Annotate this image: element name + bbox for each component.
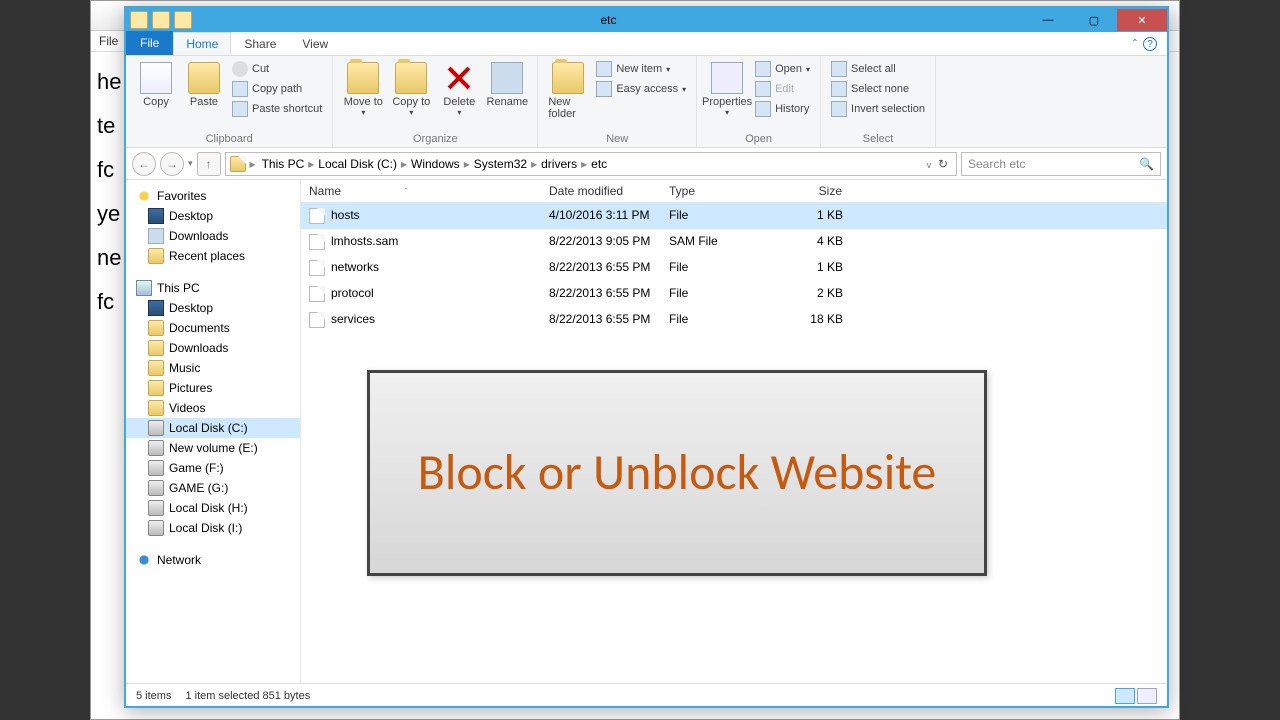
- tab-home[interactable]: Home: [173, 32, 231, 55]
- breadcrumb-seg[interactable]: etc: [587, 157, 611, 171]
- nav-pc-item[interactable]: Game (F:): [126, 458, 300, 478]
- address-bar-row: ← → ▾ ↑ ▸ This PC▸Local Disk (C:)▸Window…: [126, 148, 1167, 180]
- nav-pc-item[interactable]: Local Disk (H:): [126, 498, 300, 518]
- nav-pc-item[interactable]: Documents: [126, 318, 300, 338]
- help-icon[interactable]: ?: [1143, 37, 1157, 51]
- nav-fav-item[interactable]: Recent places: [126, 246, 300, 266]
- item-count: 5 items: [136, 690, 171, 702]
- quick-access-toolbar: [126, 11, 192, 29]
- nav-fav-item[interactable]: Desktop: [126, 206, 300, 226]
- breadcrumb-seg[interactable]: System32: [470, 157, 531, 171]
- search-input[interactable]: Search etc 🔍: [961, 152, 1161, 176]
- recent-locations-icon[interactable]: ▾: [188, 158, 193, 169]
- col-type[interactable]: Type: [661, 180, 771, 202]
- new-folder-button[interactable]: New folder: [546, 60, 590, 122]
- address-dropdown-icon[interactable]: v: [927, 160, 932, 170]
- file-row[interactable]: lmhosts.sam 8/22/2013 9:05 PM SAM File 4…: [301, 229, 1167, 255]
- minimize-button[interactable]: —: [1025, 9, 1071, 31]
- nav-pc-item[interactable]: Local Disk (I:): [126, 518, 300, 538]
- nav-pc-item[interactable]: Music: [126, 358, 300, 378]
- group-open-label: Open: [705, 133, 812, 145]
- nav-network[interactable]: Network: [126, 550, 300, 570]
- folder-icon: [230, 156, 246, 172]
- ribbon: Copy Paste Cut Copy path Paste shortcut …: [126, 56, 1167, 148]
- copy-to-button[interactable]: Copy to▾: [389, 60, 433, 119]
- overlay-caption: Block or Unblock Website: [367, 370, 987, 576]
- copy-path-button[interactable]: Copy path: [230, 80, 324, 98]
- icons-view-button[interactable]: [1137, 688, 1157, 704]
- nav-pc-item[interactable]: Pictures: [126, 378, 300, 398]
- rename-button[interactable]: Rename: [485, 60, 529, 110]
- col-size[interactable]: Size: [771, 180, 851, 202]
- delete-button[interactable]: Delete▾: [437, 60, 481, 119]
- status-bar: 5 items 1 item selected 851 bytes: [126, 683, 1167, 707]
- window-title: etc: [192, 13, 1025, 27]
- file-tab[interactable]: File: [126, 31, 173, 55]
- selection-info: 1 item selected 851 bytes: [185, 690, 310, 702]
- col-name[interactable]: Name ˆ: [301, 180, 541, 202]
- group-new-label: New: [546, 133, 688, 145]
- breadcrumb-seg[interactable]: Windows: [407, 157, 464, 171]
- col-date[interactable]: Date modified: [541, 180, 661, 202]
- file-row[interactable]: networks 8/22/2013 6:55 PM File 1 KB: [301, 255, 1167, 281]
- file-explorer-window: etc — ▢ ✕ File Home Share View ˆ ? Copy …: [124, 6, 1169, 708]
- close-button[interactable]: ✕: [1117, 9, 1167, 31]
- qat-properties-icon[interactable]: [152, 11, 170, 29]
- tab-view[interactable]: View: [289, 32, 341, 55]
- forward-button[interactable]: →: [160, 152, 184, 176]
- file-row[interactable]: services 8/22/2013 6:55 PM File 18 KB: [301, 307, 1167, 333]
- file-icon: [309, 234, 325, 250]
- ribbon-tabs: File Home Share View ˆ ?: [126, 32, 1167, 56]
- open-button[interactable]: Open ▾: [753, 60, 812, 78]
- group-organize-label: Organize: [341, 133, 529, 145]
- titlebar[interactable]: etc — ▢ ✕: [126, 8, 1167, 32]
- explorer-icon: [130, 11, 148, 29]
- ribbon-collapse-icon[interactable]: ˆ: [1133, 37, 1137, 51]
- up-button[interactable]: ↑: [197, 152, 221, 176]
- address-bar[interactable]: ▸ This PC▸Local Disk (C:)▸Windows▸System…: [225, 152, 957, 176]
- paste-button[interactable]: Paste: [182, 60, 226, 110]
- tab-share[interactable]: Share: [231, 32, 289, 55]
- invert-selection-button[interactable]: Invert selection: [829, 100, 927, 118]
- copy-button[interactable]: Copy: [134, 60, 178, 110]
- edit-button[interactable]: Edit: [753, 80, 812, 98]
- file-icon: [309, 312, 325, 328]
- properties-button[interactable]: Properties▾: [705, 60, 749, 119]
- nav-pc-item[interactable]: New volume (E:): [126, 438, 300, 458]
- breadcrumb-seg[interactable]: drivers: [537, 157, 581, 171]
- nav-pc-item[interactable]: Local Disk (C:): [126, 418, 300, 438]
- nav-pc-item[interactable]: Downloads: [126, 338, 300, 358]
- nav-fav-item[interactable]: Downloads: [126, 226, 300, 246]
- refresh-button[interactable]: ↻: [938, 157, 948, 171]
- file-row[interactable]: hosts 4/10/2016 3:11 PM File 1 KB: [301, 203, 1167, 229]
- search-icon: 🔍: [1139, 157, 1154, 171]
- file-row[interactable]: protocol 8/22/2013 6:55 PM File 2 KB: [301, 281, 1167, 307]
- qat-newfolder-icon[interactable]: [174, 11, 192, 29]
- move-to-button[interactable]: Move to▾: [341, 60, 385, 119]
- column-headers[interactable]: Name ˆ Date modified Type Size: [301, 180, 1167, 203]
- file-icon: [309, 208, 325, 224]
- easy-access-button[interactable]: Easy access ▾: [594, 80, 688, 98]
- history-button[interactable]: History: [753, 100, 812, 118]
- file-icon: [309, 260, 325, 276]
- details-view-button[interactable]: [1115, 688, 1135, 704]
- cut-button[interactable]: Cut: [230, 60, 324, 78]
- maximize-button[interactable]: ▢: [1071, 9, 1117, 31]
- group-clipboard-label: Clipboard: [134, 133, 324, 145]
- nav-pc-item[interactable]: GAME (G:): [126, 478, 300, 498]
- back-button[interactable]: ←: [132, 152, 156, 176]
- breadcrumb-seg[interactable]: Local Disk (C:): [314, 157, 401, 171]
- select-none-button[interactable]: Select none: [829, 80, 927, 98]
- paste-shortcut-button[interactable]: Paste shortcut: [230, 100, 324, 118]
- nav-pc-item[interactable]: Desktop: [126, 298, 300, 318]
- file-icon: [309, 286, 325, 302]
- nav-favorites[interactable]: Favorites: [126, 186, 300, 206]
- new-item-button[interactable]: New item ▾: [594, 60, 688, 78]
- breadcrumb-seg[interactable]: This PC: [258, 157, 309, 171]
- nav-pc-item[interactable]: Videos: [126, 398, 300, 418]
- nav-this-pc[interactable]: This PC: [126, 278, 300, 298]
- navigation-pane[interactable]: FavoritesDesktopDownloadsRecent placesTh…: [126, 180, 301, 683]
- group-select-label: Select: [829, 133, 927, 145]
- select-all-button[interactable]: Select all: [829, 60, 927, 78]
